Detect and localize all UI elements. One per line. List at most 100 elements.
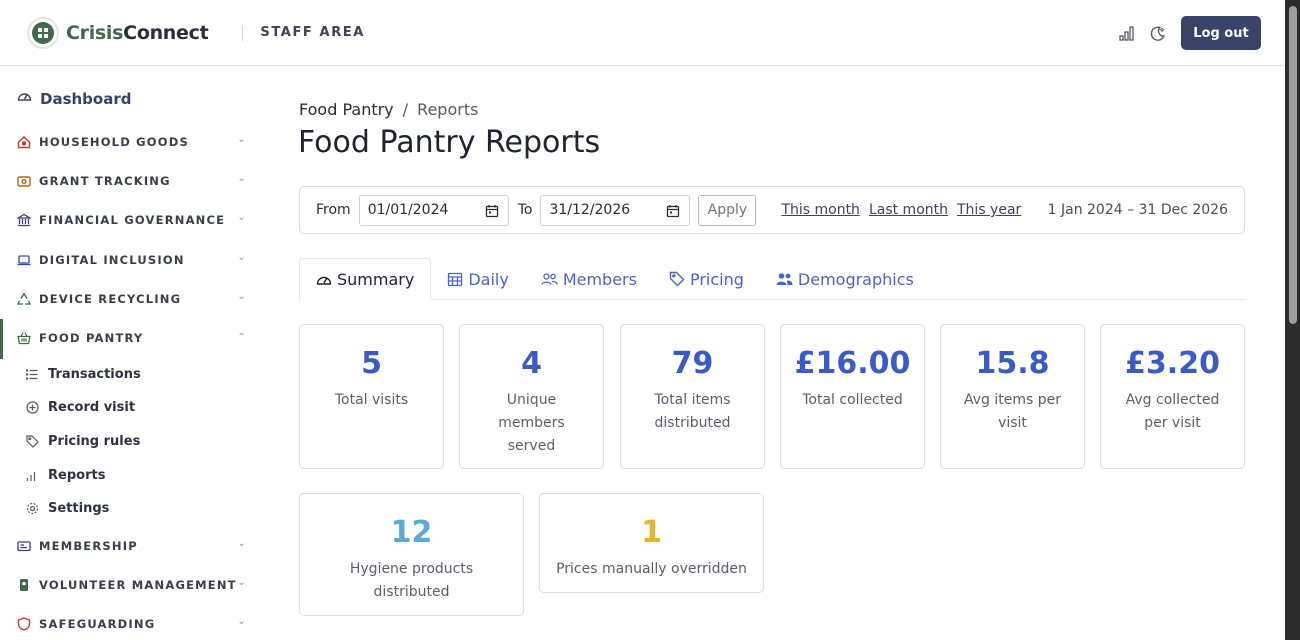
sidebar-section-safeguarding[interactable]: SAFEGUARDING ⌄ bbox=[17, 616, 247, 631]
plus-circle-icon bbox=[25, 401, 39, 414]
last-month-link[interactable]: Last month bbox=[869, 202, 948, 218]
sidebar-section-food-pantry[interactable]: FOOD PANTRY ⌃ bbox=[17, 331, 247, 345]
breadcrumb-separator: / bbox=[402, 100, 409, 119]
report-tabs: Summary Daily Members Pricing Demographi… bbox=[299, 258, 1245, 301]
bank-icon bbox=[17, 213, 31, 227]
tab-pricing[interactable]: Pricing bbox=[653, 258, 760, 300]
people-icon bbox=[541, 272, 558, 286]
tags-icon bbox=[25, 435, 39, 448]
tab-label: Daily bbox=[468, 269, 509, 289]
badge-icon bbox=[17, 578, 31, 592]
recycle-icon bbox=[17, 292, 31, 306]
sidebar-section-device-recycling[interactable]: DEVICE RECYCLING ⌄ bbox=[17, 291, 247, 306]
to-date-input[interactable]: 31/12/2026 bbox=[540, 194, 691, 226]
breadcrumb-food-pantry[interactable]: Food Pantry bbox=[299, 100, 394, 119]
sidebar-section-financial-governance[interactable]: FINANCIAL GOVERNANCE ⌄ bbox=[17, 212, 247, 227]
wallet-icon bbox=[17, 174, 31, 188]
chevron-down-icon: ⌄ bbox=[237, 252, 247, 263]
stat-value: 12 bbox=[390, 515, 433, 550]
apply-button[interactable]: Apply bbox=[698, 194, 757, 226]
stat-card-total-visits: 5 Total visits bbox=[299, 324, 444, 469]
scrollbar-thumb[interactable] bbox=[1289, 6, 1297, 324]
stat-card-total-items: 79 Total items distributed bbox=[620, 324, 765, 469]
sidebar: Dashboard HOUSEHOLD GOODS ⌄ GRANT TRACKI… bbox=[0, 67, 262, 640]
breadcrumb: Food Pantry / Reports bbox=[299, 100, 478, 119]
stat-value: £16.00 bbox=[794, 346, 911, 381]
brand-name-part1: Crisis bbox=[66, 21, 124, 44]
chevron-up-icon: ⌃ bbox=[237, 332, 247, 343]
stat-label: Unique members served bbox=[498, 392, 565, 454]
brand-name-part2: Connect bbox=[123, 21, 209, 44]
sidebar-item-label: Transactions bbox=[48, 367, 141, 382]
sidebar-section-digital-inclusion[interactable]: DIGITAL INCLUSION ⌄ bbox=[17, 252, 247, 267]
list-icon bbox=[25, 369, 39, 380]
stat-label: Total collected bbox=[802, 392, 903, 408]
chevron-down-icon: ⌄ bbox=[237, 134, 247, 145]
stat-value: 5 bbox=[361, 346, 382, 381]
sidebar-dashboard-link[interactable]: Dashboard bbox=[17, 89, 131, 108]
this-year-link[interactable]: This year bbox=[957, 202, 1021, 218]
page-scrollbar[interactable] bbox=[1285, 0, 1300, 640]
sidebar-section-household-goods[interactable]: HOUSEHOLD GOODS ⌄ bbox=[17, 134, 247, 149]
sidebar-item-transactions[interactable]: Transactions bbox=[25, 367, 141, 382]
sidebar-item-label: Pricing rules bbox=[48, 434, 141, 449]
sidebar-item-label: Settings bbox=[48, 501, 110, 516]
moon-icon[interactable] bbox=[1147, 23, 1167, 43]
brand-logo[interactable]: CrisisConnect bbox=[27, 16, 209, 49]
chevron-down-icon: ⌄ bbox=[237, 173, 247, 184]
stat-card-unique-members: 4 Unique members served bbox=[459, 324, 604, 469]
chevron-down-icon: ⌄ bbox=[237, 291, 247, 302]
tab-summary[interactable]: Summary bbox=[299, 258, 432, 301]
sidebar-item-settings[interactable]: Settings bbox=[25, 501, 109, 516]
calendar-icon[interactable] bbox=[485, 204, 499, 222]
header-divider bbox=[242, 24, 244, 41]
page-title: Food Pantry Reports bbox=[298, 125, 601, 160]
signal-icon[interactable] bbox=[1116, 23, 1136, 43]
to-label: To bbox=[517, 202, 533, 218]
tab-daily[interactable]: Daily bbox=[431, 258, 524, 300]
stat-label: Total visits bbox=[334, 392, 409, 408]
sidebar-section-grant-tracking[interactable]: GRANT TRACKING ⌄ bbox=[17, 173, 247, 188]
chevron-down-icon: ⌄ bbox=[237, 616, 247, 627]
stat-value: £3.20 bbox=[1125, 346, 1220, 381]
sidebar-item-record-visit[interactable]: Record visit bbox=[25, 400, 135, 415]
section-label: DEVICE RECYCLING bbox=[39, 292, 182, 306]
this-month-link[interactable]: This month bbox=[781, 202, 860, 218]
sidebar-item-label: Reports bbox=[48, 468, 106, 483]
section-label: FOOD PANTRY bbox=[39, 331, 144, 345]
gauge-icon bbox=[316, 273, 332, 287]
section-label: VOLUNTEER MANAGEMENT bbox=[39, 578, 237, 592]
stat-label: Avg collected per visit bbox=[1125, 392, 1220, 431]
tab-label: Demographics bbox=[797, 269, 914, 289]
from-label: From bbox=[316, 202, 351, 218]
stat-card-avg-items: 15.8 Avg items per visit bbox=[940, 324, 1085, 469]
date-range-text: 1 Jan 2024 – 31 Dec 2026 bbox=[1047, 202, 1228, 218]
stat-card-total-collected: £16.00 Total collected bbox=[780, 324, 925, 469]
from-date-input[interactable]: 01/01/2024 bbox=[358, 194, 509, 226]
tag-icon bbox=[669, 271, 685, 287]
tab-members[interactable]: Members bbox=[525, 258, 653, 300]
stat-card-hygiene-products: 12 Hygiene products distributed bbox=[299, 493, 524, 616]
section-label: DIGITAL INCLUSION bbox=[39, 253, 185, 267]
house-icon bbox=[17, 135, 31, 149]
tab-demographics[interactable]: Demographics bbox=[760, 258, 930, 300]
staff-area-label: STAFF AREA bbox=[260, 25, 365, 40]
sidebar-item-reports[interactable]: Reports bbox=[25, 468, 105, 483]
logout-button[interactable]: Log out bbox=[1181, 16, 1261, 50]
tab-label: Pricing bbox=[689, 269, 744, 289]
sidebar-item-pricing-rules[interactable]: Pricing rules bbox=[25, 434, 140, 449]
tab-label: Summary bbox=[337, 270, 415, 289]
logo-mark-icon bbox=[27, 16, 59, 49]
breadcrumb-current: Reports bbox=[417, 100, 479, 119]
shield-icon bbox=[17, 617, 31, 631]
stat-label: Prices manually overridden bbox=[556, 561, 747, 577]
gear-icon bbox=[25, 502, 39, 515]
sidebar-section-membership[interactable]: MEMBERSHIP ⌄ bbox=[17, 538, 247, 553]
sidebar-section-volunteer-management[interactable]: VOLUNTEER MANAGEMENT ⌄ bbox=[17, 577, 247, 592]
active-section-indicator bbox=[0, 319, 3, 359]
section-label: MEMBERSHIP bbox=[39, 539, 138, 553]
chevron-down-icon: ⌄ bbox=[237, 577, 247, 588]
dashboard-label: Dashboard bbox=[40, 89, 132, 108]
stat-card-avg-collected: £3.20 Avg collected per visit bbox=[1100, 324, 1245, 469]
calendar-icon[interactable] bbox=[666, 204, 680, 222]
